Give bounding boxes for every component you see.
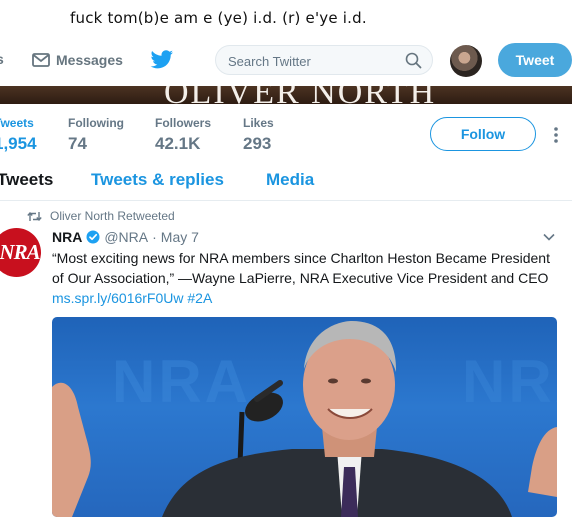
tweet-hashtag[interactable]: #2A (187, 290, 212, 306)
author-name[interactable]: NRA (52, 229, 82, 245)
twitter-bird-icon[interactable] (150, 50, 174, 75)
author-avatar[interactable]: NRA (0, 228, 41, 277)
stat-likes[interactable]: Likes 293 (243, 116, 274, 154)
tweet-text: “Most exciting news for NRA members sinc… (52, 248, 564, 308)
top-nav: s Messages Tweet (0, 34, 572, 86)
tweet-link[interactable]: ms.spr.ly/6016rF0Uw (52, 290, 183, 306)
retweet-context: Oliver North Retweeted (27, 209, 175, 223)
search-input[interactable] (226, 52, 400, 70)
media-speaker-figure (52, 321, 557, 517)
stat-value: 74 (68, 134, 87, 153)
nav-messages-label: Messages (56, 52, 123, 68)
nav-item-messages[interactable]: Messages (32, 52, 123, 68)
chevron-down-icon[interactable] (543, 233, 555, 241)
tweet-button[interactable]: Tweet (498, 43, 572, 77)
stat-label: Likes (243, 116, 274, 130)
header-photo-text: OLIVER NORTH (164, 86, 436, 104)
stat-value: 42.1K (155, 134, 201, 153)
tab-tweets[interactable]: Tweets (0, 170, 53, 190)
profile-stats-bar: Tweets 1,954 Following 74 Followers 42.1… (0, 104, 572, 167)
stat-value: 293 (243, 134, 272, 153)
author-avatar-text: NRA (0, 240, 41, 264)
stat-label: Tweets (0, 116, 34, 130)
tab-tweets-and-replies[interactable]: Tweets & replies (91, 170, 224, 190)
time-separator: · (152, 229, 157, 245)
profile-tabs: Tweets Tweets & replies Media (0, 166, 572, 201)
stat-label: Followers (155, 116, 212, 130)
nav-home-label: s (0, 51, 4, 67)
stat-value: 1,954 (0, 134, 37, 153)
stat-followers[interactable]: Followers 42.1K (155, 116, 211, 154)
header-photo: OLIVER NORTH (0, 86, 572, 104)
envelope-icon (32, 53, 50, 67)
tweet-timestamp[interactable]: May 7 (161, 229, 199, 245)
stat-label: Following (68, 116, 124, 130)
tweet-header: NRA @NRA · May 7 (52, 229, 199, 245)
caption-bar: fuck tom(b)e am e (ye) i.d. (r) e'ye i.d… (0, 0, 572, 35)
more-options-icon[interactable] (553, 126, 559, 144)
tweet-media-image[interactable]: NRA NRA (52, 317, 557, 517)
stat-tweets[interactable]: Tweets 1,954 (0, 116, 37, 154)
caption-text: fuck tom(b)e am e (ye) i.d. (r) e'ye i.d… (70, 9, 367, 27)
search-icon[interactable] (405, 52, 422, 69)
author-handle[interactable]: @NRA (104, 229, 148, 245)
tweet-item[interactable]: Oliver North Retweeted NRA NRA @NRA · Ma… (0, 201, 572, 517)
follow-button[interactable]: Follow (430, 117, 536, 151)
avatar[interactable] (450, 45, 482, 77)
tab-media[interactable]: Media (266, 170, 314, 190)
tweet-body: “Most exciting news for NRA members sinc… (52, 250, 550, 286)
retweet-context-label: Oliver North Retweeted (50, 209, 175, 223)
search-box (215, 45, 433, 75)
nav-item-home[interactable]: s (0, 51, 4, 67)
retweet-icon (27, 211, 42, 221)
verified-badge-icon (86, 230, 100, 244)
stat-following[interactable]: Following 74 (68, 116, 124, 154)
